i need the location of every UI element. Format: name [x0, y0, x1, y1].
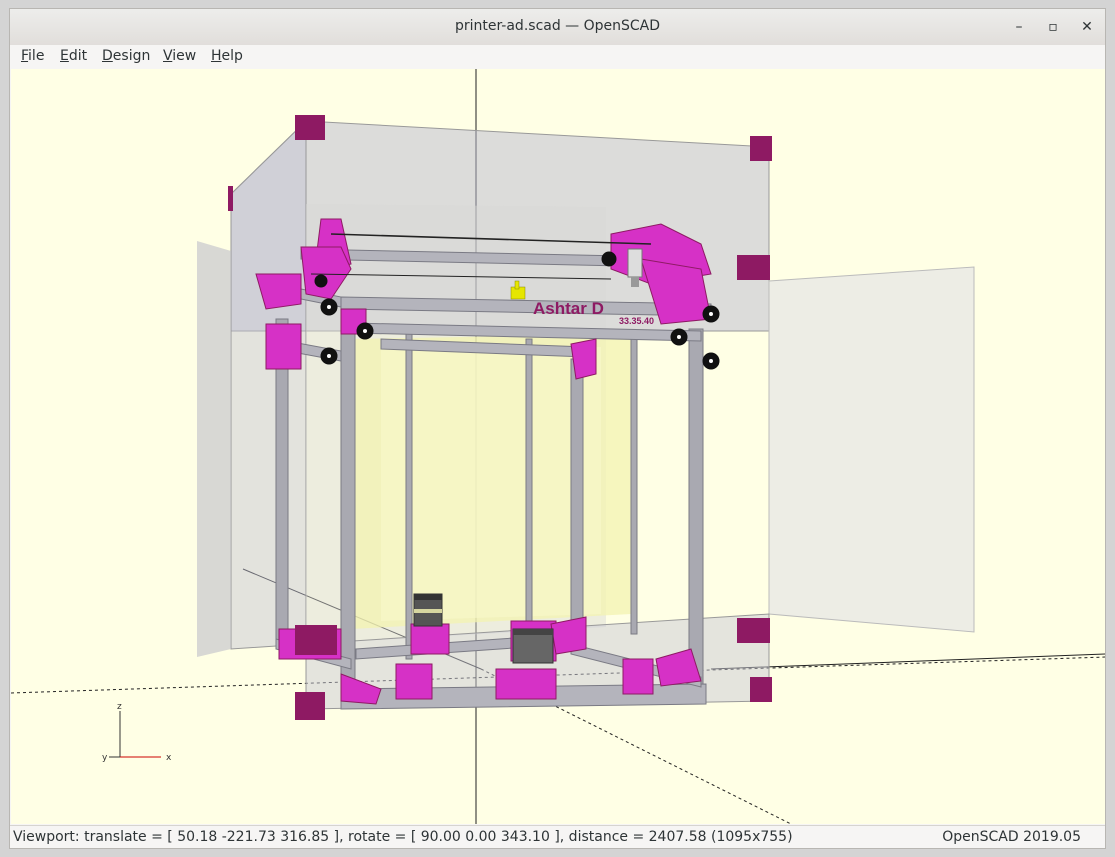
- bracket-left-2: [265, 323, 302, 370]
- foot-front-right: [622, 658, 654, 695]
- door-left: [197, 241, 231, 657]
- viewport-status: Viewport: translate = [ 50.18 -221.73 31…: [13, 829, 793, 845]
- bracket-rear-right: [570, 338, 597, 380]
- menu-edit[interactable]: Edit: [60, 48, 87, 64]
- menu-bar: File Edit Design View Help: [10, 45, 1105, 69]
- corner-cap-l: [228, 186, 233, 211]
- menu-view[interactable]: View: [163, 48, 196, 64]
- door-right: [768, 266, 975, 633]
- 3d-viewport[interactable]: Ashtar D 33.35.40 z x y: [11, 69, 1105, 824]
- app-window: printer-ad.scad — OpenSCAD – ▫ ✕ File Ed…: [9, 8, 1106, 849]
- corner-cap-bl: [295, 692, 325, 720]
- corner-cap-bl-rear: [295, 625, 337, 655]
- corner-cap-tl: [295, 115, 325, 140]
- foot-front-center: [495, 668, 557, 700]
- x-axis-line: [710, 653, 1105, 670]
- extrusion-front-left: [340, 323, 356, 705]
- extrusion-inner-right: [630, 333, 638, 635]
- menu-design[interactable]: Design: [102, 48, 150, 64]
- minimize-button[interactable]: –: [1009, 17, 1029, 37]
- menu-file[interactable]: File: [21, 48, 44, 64]
- window-title: printer-ad.scad — OpenSCAD: [454, 18, 661, 34]
- model-sublabel: 33.35.40: [619, 316, 654, 326]
- gizmo-y-label: y: [102, 753, 108, 763]
- title-bar[interactable]: printer-ad.scad — OpenSCAD – ▫ ✕: [10, 9, 1105, 46]
- gizmo-z-label: z: [117, 702, 122, 712]
- build-volume-inner: [381, 347, 601, 621]
- corner-cap-br-rear: [737, 618, 770, 643]
- axes-gizmo: z x y: [102, 702, 172, 763]
- menu-help[interactable]: Help: [211, 48, 243, 64]
- corner-cap-tr: [750, 136, 772, 161]
- enclosure-left: [230, 119, 307, 650]
- corner-cap-mr: [737, 255, 770, 280]
- model-label: Ashtar D: [533, 299, 604, 318]
- extrusion-inner-mid: [525, 338, 533, 640]
- maximize-button[interactable]: ▫: [1043, 17, 1063, 37]
- extrusion-rear-right: [570, 358, 584, 635]
- model-render: Ashtar D 33.35.40 z x y: [11, 69, 1105, 824]
- foot-front-left-inner: [395, 663, 433, 700]
- corner-cap-br: [750, 677, 772, 702]
- version-label: OpenSCAD 2019.05: [942, 829, 1081, 845]
- extrusion-front-right: [688, 328, 704, 690]
- extrusion-inner-left: [405, 328, 413, 660]
- close-button[interactable]: ✕: [1077, 17, 1097, 37]
- gizmo-x-label: x: [166, 753, 172, 763]
- status-bar: Viewport: translate = [ 50.18 -221.73 31…: [10, 825, 1105, 848]
- mount-rear-right: [550, 616, 587, 655]
- motor-mount-left: [410, 623, 450, 655]
